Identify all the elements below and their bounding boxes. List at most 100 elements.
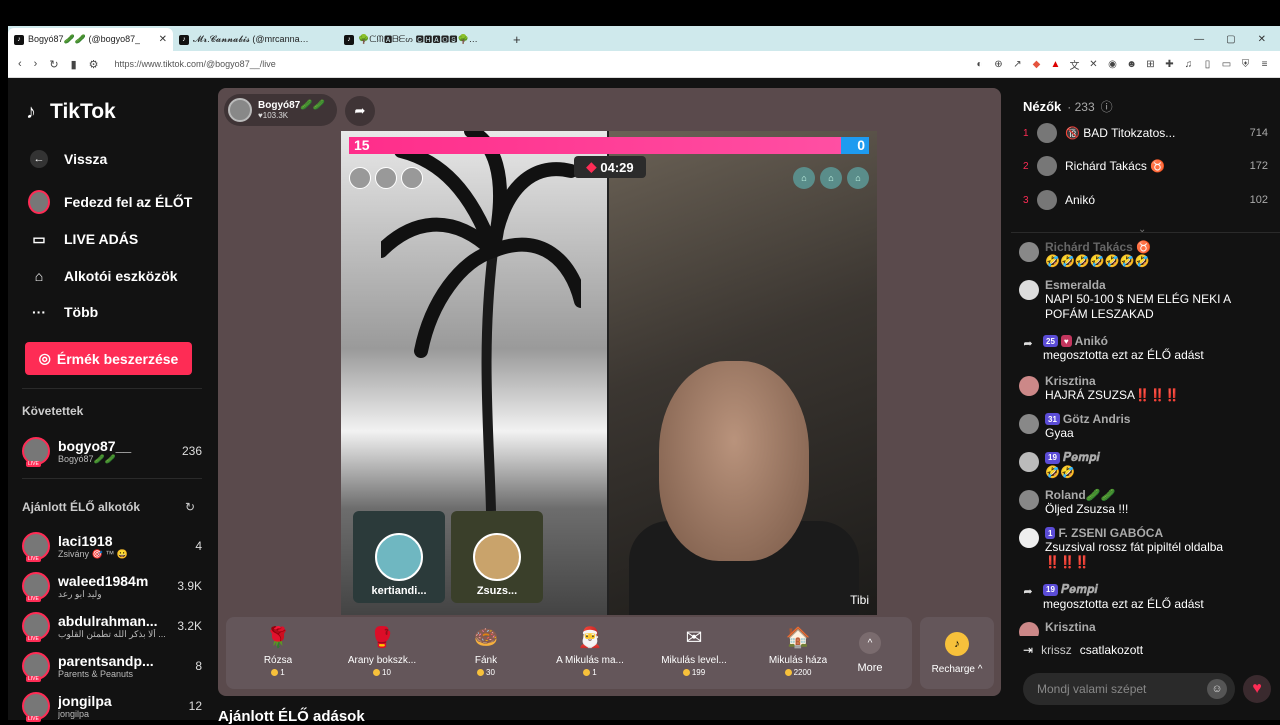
- gift-price-value: 2200: [793, 668, 812, 677]
- share-page-icon[interactable]: ↗: [1012, 59, 1023, 70]
- extension-icon[interactable]: ◐: [974, 59, 985, 70]
- more-gifts-button[interactable]: ^ More: [850, 617, 890, 689]
- live-video[interactable]: Tibi 15 0 ◆ 04:29 ⌂ ⌂ ⌂ kertiandi... Zsu…: [341, 131, 877, 615]
- gift-item[interactable]: ✉ Mikulás level... 199: [642, 617, 746, 689]
- nav-live[interactable]: ▭ LIVE ADÁS: [28, 228, 138, 250]
- guest-tile[interactable]: kertiandi...: [353, 511, 445, 603]
- chat-username[interactable]: 𝑷𝒆𝒎𝒑𝒊: [1063, 450, 1100, 465]
- forward-icon[interactable]: ›: [34, 58, 38, 70]
- recommended-account[interactable]: LIVE waleed1984m وليد ابو رعد 3.9K: [22, 568, 202, 604]
- url-input[interactable]: https://www.tiktok.com/@bogyo87__/live: [115, 59, 276, 69]
- brave-shield-icon[interactable]: ◆: [1031, 59, 1042, 70]
- new-tab-button[interactable]: +: [503, 28, 531, 51]
- recommended-account[interactable]: LIVE jongilpa jongilpa 12: [22, 688, 202, 724]
- following-account[interactable]: LIVE bogyo87__ Bogyó87🥒🥒 236: [22, 433, 202, 469]
- puzzle-icon[interactable]: ✚: [1164, 59, 1175, 70]
- chat-avatar[interactable]: [1019, 414, 1039, 434]
- browser-tab[interactable]: ♪ 𝓜𝓻.𝓒𝓪𝓷𝓷𝓪𝓫𝓲𝓼 (@mrcannabis_): [173, 28, 338, 51]
- guest-tile[interactable]: Zsuzs...: [451, 511, 543, 603]
- chat-username[interactable]: F. ZSENI GABÓCA: [1058, 526, 1163, 540]
- recommended-account[interactable]: LIVE abdulrahman... ألا بذكر الله تطمئن …: [22, 608, 202, 644]
- extension-icon[interactable]: ✕: [1088, 59, 1099, 70]
- chat-username[interactable]: Götz Andris: [1063, 412, 1131, 426]
- nav-more[interactable]: ··· Több: [28, 301, 98, 323]
- chat-avatar[interactable]: [1019, 452, 1039, 472]
- chat-username[interactable]: Krisztina: [1045, 374, 1269, 388]
- translate-icon[interactable]: 文: [1069, 57, 1080, 72]
- chat-username[interactable]: Anikó: [1075, 334, 1108, 348]
- chat-username[interactable]: 𝑷𝒆𝒎𝒑𝒊: [1061, 582, 1098, 597]
- tab-close-icon[interactable]: ✕: [159, 34, 167, 45]
- gift-item[interactable]: 🍩 Fánk 30: [434, 617, 538, 689]
- live-stage: Bogyó87🥒🥒 ♥103.3K ➦ Tibi 15 0 ◆ 04:29 ⌂ …: [218, 88, 1001, 696]
- browser-tab-active[interactable]: ♪ Bogyó87🥒🥒 (@bogyo87_ ✕: [8, 28, 173, 51]
- nav-explore-live[interactable]: Fedezd fel az ÉLŐT: [28, 190, 192, 214]
- bookmark-icon[interactable]: ▮: [71, 58, 77, 71]
- wallet-icon[interactable]: ▭: [1221, 59, 1232, 70]
- account-name: jongilpa: [58, 693, 112, 709]
- maximize-icon[interactable]: ▢: [1226, 34, 1235, 45]
- streamer-info[interactable]: Bogyó87🥒🥒 ♥103.3K: [224, 94, 337, 126]
- gift-item[interactable]: 🏠 Mikulás háza 2200: [746, 617, 850, 689]
- recommended-account[interactable]: LIVE laci1918 Zsivány 🎯 ™ 😀 4: [22, 528, 202, 564]
- gift-item[interactable]: 🥊 Arany bokszk... 10: [330, 617, 434, 689]
- seat-icon[interactable]: ⌂: [847, 167, 869, 189]
- chat-username[interactable]: Esmeralda: [1045, 278, 1269, 292]
- comment-input[interactable]: Mondj valami szépet ☺: [1023, 673, 1235, 705]
- nav-creator-tools[interactable]: ⌂ Alkotói eszközök: [28, 265, 178, 287]
- chat-avatar[interactable]: [1019, 242, 1039, 262]
- join-user[interactable]: krissz: [1041, 643, 1072, 657]
- battle-timer: ◆ 04:29: [574, 156, 646, 178]
- browser-tab[interactable]: ♪ 🌳ᙅᙏ🅰ᗷᗴᔕ 🅲🅷🅰🅾🆂🌳 (@csby01: [338, 28, 503, 51]
- recommended-account[interactable]: LIVE parentsandp... Parents & Peanuts 8: [22, 648, 202, 684]
- share-icon[interactable]: ➦: [345, 96, 375, 126]
- supporter-avatar[interactable]: [401, 167, 423, 189]
- menu-icon[interactable]: ≡: [1259, 59, 1270, 70]
- recharge-button[interactable]: ♪ Recharge ^: [920, 617, 994, 689]
- extensions-bar: ◐ ⊕ ↗ ◆ ▲ 文 ✕ ◉ ☻ ⊞ ✚ ♫ ▯ ▭ ⛨ ≡: [974, 57, 1280, 72]
- gift-item[interactable]: 🌹 Rózsa 1: [226, 617, 330, 689]
- close-window-icon[interactable]: ✕: [1258, 34, 1266, 45]
- seat-icon[interactable]: ⌂: [820, 167, 842, 189]
- extension-icon[interactable]: ◉: [1107, 59, 1118, 70]
- top-viewer-row[interactable]: 3 Anikó 102: [1023, 187, 1268, 213]
- supporter-avatar[interactable]: [375, 167, 397, 189]
- extension-icon[interactable]: ☻: [1126, 59, 1137, 70]
- chat-avatar[interactable]: [1019, 280, 1039, 300]
- music-icon[interactable]: ♫: [1183, 59, 1194, 70]
- zoom-icon[interactable]: ⊕: [993, 59, 1004, 70]
- chat-username[interactable]: Richárd Takács ♉: [1045, 240, 1269, 254]
- chat-username[interactable]: Roland🥒🥒: [1045, 488, 1269, 502]
- refresh-icon[interactable]: ↻: [185, 500, 195, 514]
- nav-back[interactable]: ← Vissza: [28, 148, 107, 170]
- seat-icon[interactable]: ⌂: [793, 167, 815, 189]
- chat-avatar[interactable]: [1019, 622, 1039, 636]
- chat-user-line: 31 Götz Andris: [1045, 412, 1269, 426]
- info-icon[interactable]: ⓘ: [1101, 98, 1113, 115]
- gift-item[interactable]: 🎅 A Mikulás ma... 1: [538, 617, 642, 689]
- chat-username[interactable]: Krisztina: [1045, 620, 1269, 634]
- coin-icon: [583, 669, 591, 676]
- minimize-icon[interactable]: —: [1194, 34, 1204, 45]
- chat-avatar[interactable]: [1019, 376, 1039, 396]
- supporter-avatar[interactable]: [349, 167, 371, 189]
- chat-avatar[interactable]: [1019, 528, 1039, 548]
- streamer-avatar: [228, 98, 252, 122]
- top-viewer-row[interactable]: 1 🔞 BAD Titokzatos... 714: [1023, 120, 1268, 146]
- gift-price: 2200: [784, 668, 812, 677]
- back-icon[interactable]: ‹: [18, 58, 22, 70]
- site-settings-icon[interactable]: ⚙: [89, 58, 99, 71]
- vpn-icon[interactable]: ⛨: [1240, 59, 1251, 70]
- chevron-down-icon[interactable]: ⌄: [1138, 224, 1146, 235]
- sidebar-icon[interactable]: ▯: [1202, 59, 1213, 70]
- chat-avatar[interactable]: [1019, 490, 1039, 510]
- extension-icon[interactable]: ⊞: [1145, 59, 1156, 70]
- get-coins-button[interactable]: ◎ Érmék beszerzése: [25, 342, 192, 375]
- tiktok-logo[interactable]: ♪ TikTok: [26, 100, 116, 124]
- emoji-icon[interactable]: ☺: [1207, 679, 1227, 699]
- reload-icon[interactable]: ↻: [49, 58, 58, 71]
- top-viewer-row[interactable]: 2 Richárd Takács ♉ 172: [1023, 153, 1268, 179]
- triangle-icon[interactable]: ▲: [1050, 59, 1061, 70]
- like-heart-button[interactable]: ♥: [1243, 675, 1271, 703]
- tiktok-favicon-icon: ♪: [14, 34, 24, 45]
